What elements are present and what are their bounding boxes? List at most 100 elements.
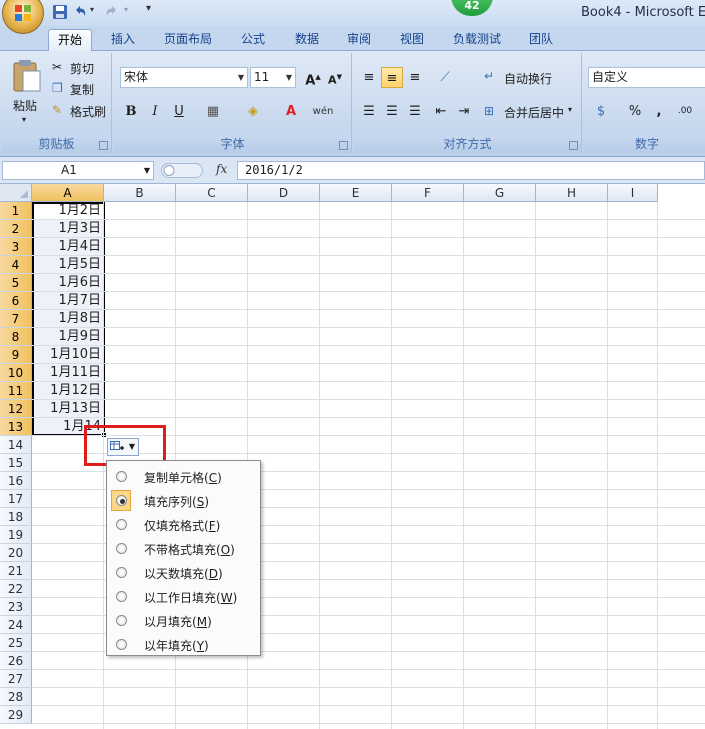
fill-color-button[interactable]: ◈ bbox=[242, 101, 264, 122]
save-icon[interactable] bbox=[52, 4, 68, 20]
row-header-20[interactable]: 20 bbox=[0, 544, 32, 562]
row-header-19[interactable]: 19 bbox=[0, 526, 32, 544]
align-top-button[interactable]: ≡ bbox=[358, 67, 380, 88]
redo-icon[interactable] bbox=[104, 4, 120, 20]
align-left-button[interactable]: ☰ bbox=[358, 101, 380, 122]
row-header-5[interactable]: 5 bbox=[0, 274, 32, 292]
column-header-c[interactable]: C bbox=[176, 184, 248, 202]
menu-item-y[interactable]: 以年填充(Y) bbox=[109, 633, 259, 657]
redo-dropdown-icon[interactable]: ▾ bbox=[124, 5, 128, 14]
currency-button[interactable]: $ bbox=[590, 101, 612, 122]
phonetic-button[interactable]: wén bbox=[312, 101, 334, 122]
row-header-21[interactable]: 21 bbox=[0, 562, 32, 580]
row-header-28[interactable]: 28 bbox=[0, 688, 32, 706]
align-bottom-button[interactable]: ≡ bbox=[404, 67, 426, 88]
paste-dropdown-icon[interactable]: ▾ bbox=[22, 115, 26, 124]
formula-bar-slider-icon[interactable] bbox=[161, 163, 203, 178]
column-header-g[interactable]: G bbox=[464, 184, 536, 202]
font-launcher-icon[interactable] bbox=[339, 141, 348, 150]
grow-font-button[interactable]: A▲ bbox=[302, 67, 324, 88]
row-header-7[interactable]: 7 bbox=[0, 310, 32, 328]
row-header-10[interactable]: 10 bbox=[0, 364, 32, 382]
shrink-font-button[interactable]: A▼ bbox=[324, 67, 346, 88]
column-header-i[interactable]: I bbox=[608, 184, 658, 202]
row-header-27[interactable]: 27 bbox=[0, 670, 32, 688]
align-middle-button[interactable]: ≡ bbox=[381, 67, 403, 88]
menu-item-w[interactable]: 以工作日填充(W) bbox=[109, 585, 259, 609]
decrease-indent-button[interactable]: ⇤ bbox=[430, 101, 452, 122]
increase-indent-button[interactable]: ⇥ bbox=[453, 101, 475, 122]
menu-item-s[interactable]: 填充序列(S) bbox=[109, 489, 259, 513]
menu-item-c[interactable]: 复制单元格(C) bbox=[109, 465, 259, 489]
italic-button[interactable]: I bbox=[144, 101, 166, 122]
percent-button[interactable]: % bbox=[624, 101, 646, 122]
tab-home[interactable]: 开始 bbox=[48, 29, 92, 51]
formula-input[interactable]: 2016/1/2 bbox=[237, 161, 705, 180]
merge-dropdown-icon[interactable]: ▾ bbox=[568, 105, 572, 114]
paste-button[interactable]: 粘贴 bbox=[13, 97, 37, 114]
customize-qat-icon[interactable]: ▾ bbox=[146, 3, 151, 14]
row-header-9[interactable]: 9 bbox=[0, 346, 32, 364]
column-header-h[interactable]: H bbox=[536, 184, 608, 202]
column-header-d[interactable]: D bbox=[248, 184, 320, 202]
menu-item-d[interactable]: 以天数填充(D) bbox=[109, 561, 259, 585]
font-color-button[interactable]: A bbox=[280, 101, 302, 122]
underline-button[interactable]: U bbox=[168, 101, 190, 122]
row-header-17[interactable]: 17 bbox=[0, 490, 32, 508]
tab-page-layout[interactable]: 页面布局 bbox=[152, 29, 224, 51]
tab-review[interactable]: 审阅 bbox=[336, 29, 382, 51]
row-header-22[interactable]: 22 bbox=[0, 580, 32, 598]
row-header-8[interactable]: 8 bbox=[0, 328, 32, 346]
wrap-text-button[interactable]: 自动换行 bbox=[504, 70, 552, 87]
column-header-e[interactable]: E bbox=[320, 184, 392, 202]
comma-style-button[interactable]: , bbox=[648, 101, 670, 122]
tab-insert[interactable]: 插入 bbox=[100, 29, 146, 51]
tab-team[interactable]: 团队 bbox=[518, 29, 564, 51]
row-header-4[interactable]: 4 bbox=[0, 256, 32, 274]
name-box[interactable]: A1 ▼ bbox=[2, 161, 154, 180]
column-header-f[interactable]: F bbox=[392, 184, 464, 202]
row-header-1[interactable]: 1 bbox=[0, 202, 32, 220]
row-header-29[interactable]: 29 bbox=[0, 706, 32, 724]
clipboard-launcher-icon[interactable] bbox=[99, 141, 108, 150]
bold-button[interactable]: B bbox=[120, 101, 142, 122]
font-name-select[interactable]: 宋体 ▼ bbox=[120, 67, 248, 88]
merge-center-button[interactable]: 合并后居中 bbox=[504, 104, 564, 121]
alignment-launcher-icon[interactable] bbox=[569, 141, 578, 150]
row-header-15[interactable]: 15 bbox=[0, 454, 32, 472]
align-center-button[interactable]: ☰ bbox=[381, 101, 403, 122]
row-header-2[interactable]: 2 bbox=[0, 220, 32, 238]
increase-decimal-button[interactable]: .00 bbox=[674, 101, 696, 122]
column-header-b[interactable]: B bbox=[104, 184, 176, 202]
row-header-26[interactable]: 26 bbox=[0, 652, 32, 670]
insert-function-icon[interactable]: fx bbox=[216, 162, 227, 176]
menu-item-m[interactable]: 以月填充(M) bbox=[109, 609, 259, 633]
paste-icon[interactable] bbox=[12, 59, 42, 93]
row-header-6[interactable]: 6 bbox=[0, 292, 32, 310]
row-header-25[interactable]: 25 bbox=[0, 634, 32, 652]
undo-icon[interactable] bbox=[72, 4, 88, 20]
orientation-button[interactable]: ⟋ bbox=[434, 67, 456, 88]
tab-load-test[interactable]: 负载测试 bbox=[444, 29, 510, 51]
align-right-button[interactable]: ☰ bbox=[404, 101, 426, 122]
font-size-select[interactable]: 11 ▼ bbox=[250, 67, 296, 88]
row-header-23[interactable]: 23 bbox=[0, 598, 32, 616]
select-all-button[interactable] bbox=[0, 184, 32, 202]
tab-formulas[interactable]: 公式 bbox=[230, 29, 276, 51]
tab-data[interactable]: 数据 bbox=[284, 29, 330, 51]
row-header-13[interactable]: 13 bbox=[0, 418, 32, 436]
menu-item-o[interactable]: 不带格式填充(O) bbox=[109, 537, 259, 561]
undo-dropdown-icon[interactable]: ▾ bbox=[90, 5, 94, 14]
format-painter-button[interactable]: 格式刷 bbox=[70, 103, 106, 120]
row-header-18[interactable]: 18 bbox=[0, 508, 32, 526]
row-header-11[interactable]: 11 bbox=[0, 382, 32, 400]
row-header-16[interactable]: 16 bbox=[0, 472, 32, 490]
cut-button[interactable]: 剪切 bbox=[70, 60, 94, 77]
copy-button[interactable]: 复制 bbox=[70, 81, 94, 98]
number-format-select[interactable]: 自定义 bbox=[588, 67, 705, 88]
column-header-a[interactable]: A bbox=[32, 184, 104, 202]
row-header-3[interactable]: 3 bbox=[0, 238, 32, 256]
row-header-12[interactable]: 12 bbox=[0, 400, 32, 418]
row-header-14[interactable]: 14 bbox=[0, 436, 32, 454]
tab-view[interactable]: 视图 bbox=[389, 29, 435, 51]
